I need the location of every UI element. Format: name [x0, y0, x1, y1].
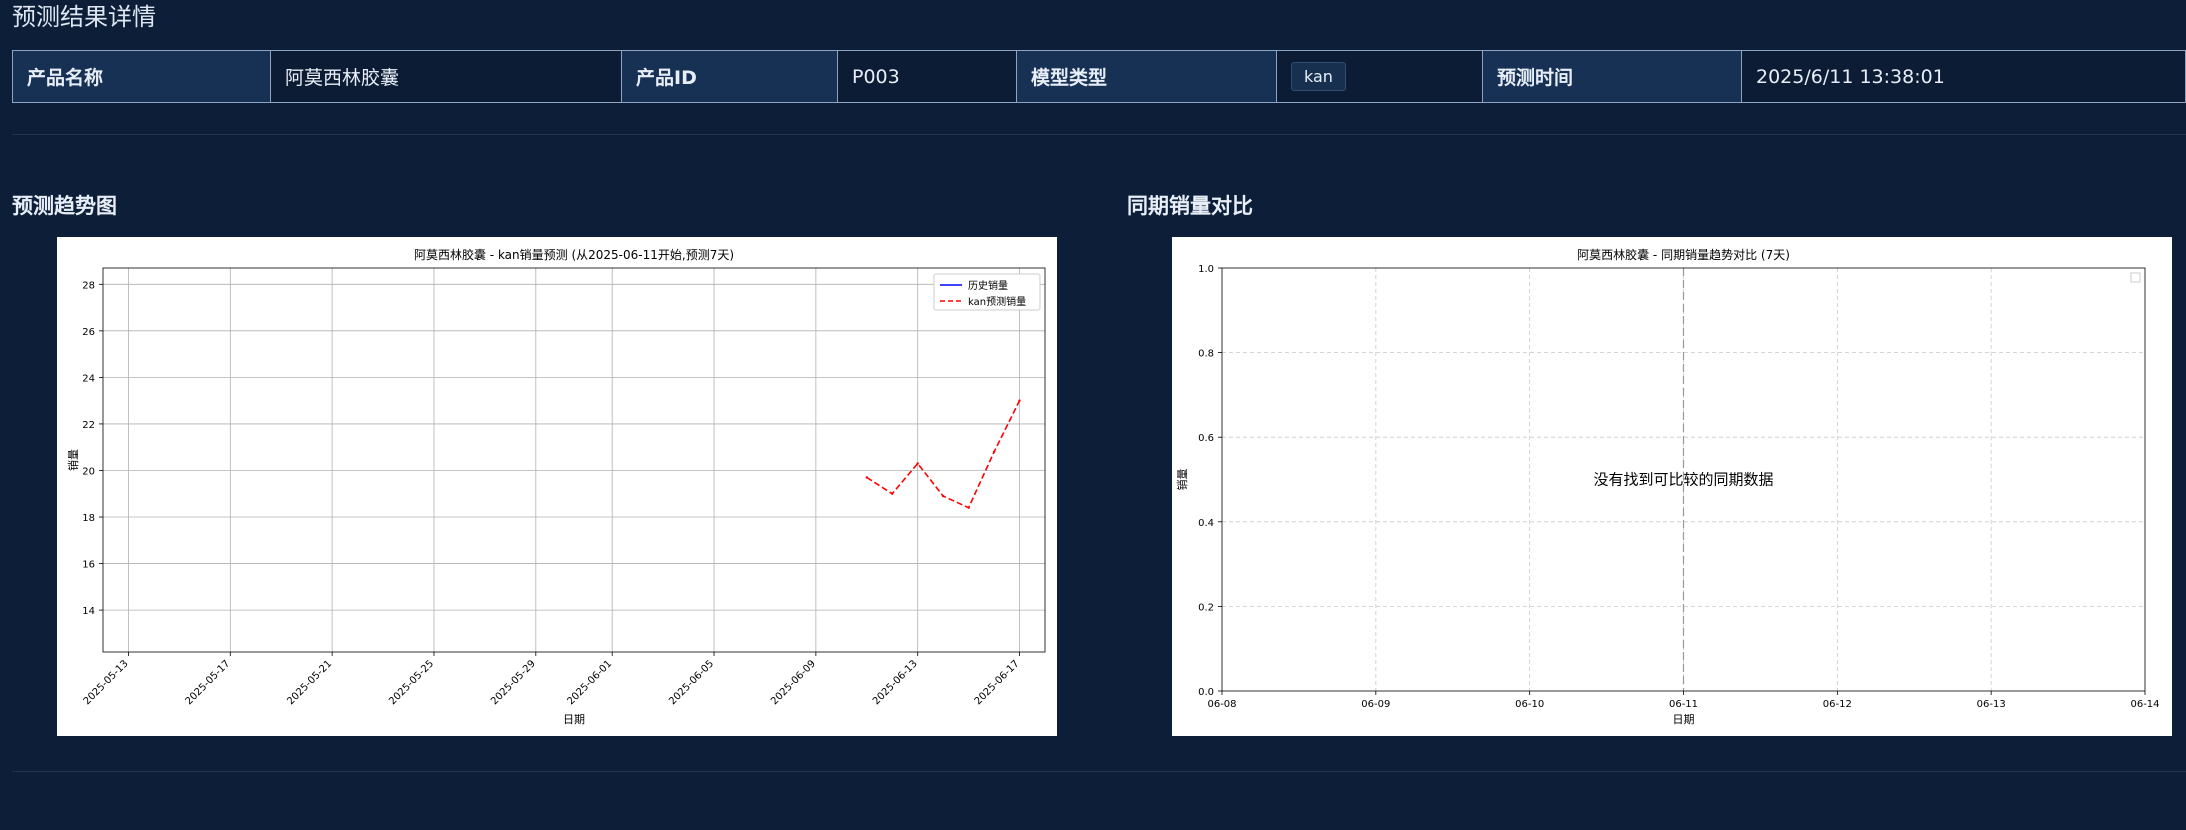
- predict-time-value: 2025/6/11 13:38:01: [1741, 50, 2186, 103]
- x-tick-label: 2025-06-13: [871, 658, 920, 707]
- product-id-value: P003: [837, 50, 1017, 103]
- plot-frame: [102, 267, 1046, 653]
- chart-title: 阿莫西林胶囊 - kan销量预测 (从2025-06-11开始,预测7天): [414, 247, 734, 262]
- x-tick-label: 2025-06-09: [769, 658, 818, 707]
- x-tick-label: 06-14: [2130, 699, 2159, 710]
- model-type-cell: kan: [1276, 50, 1483, 103]
- divider: [12, 771, 2186, 772]
- legend-label: 历史销量: [968, 279, 1008, 292]
- model-type-tag: kan: [1291, 62, 1346, 91]
- data-point: [1018, 399, 1021, 402]
- y-axis-label: 销量: [66, 449, 80, 471]
- y-tick-label: 26: [82, 327, 95, 338]
- series-line-forecast: [866, 400, 1021, 509]
- data-point: [941, 494, 945, 498]
- y-tick-label: 0.6: [1198, 433, 1214, 444]
- data-point: [992, 450, 996, 454]
- table-row: 产品名称 阿莫西林胶囊 产品ID P003 模型类型 kan 预测时间 2025…: [12, 50, 2186, 103]
- x-tick-label: 2025-05-13: [82, 658, 131, 707]
- x-tick-label: 2025-05-29: [489, 658, 538, 707]
- no-data-message: 没有找到可比较的同期数据: [1593, 471, 1773, 489]
- y-tick-label: 1.0: [1198, 264, 1214, 275]
- x-axis-label: 日期: [563, 713, 585, 726]
- data-point: [891, 492, 894, 495]
- x-tick-label: 2025-06-05: [667, 658, 716, 707]
- compare-chart-title: 同期销量对比: [1127, 194, 1253, 218]
- y-tick-label: 0.4: [1198, 518, 1214, 529]
- product-name-label: 产品名称: [12, 50, 271, 103]
- model-type-label: 模型类型: [1016, 50, 1277, 103]
- x-tick-label: 06-13: [1977, 699, 2006, 710]
- y-tick-label: 18: [82, 513, 95, 524]
- forecast-trend-chart: 阿莫西林胶囊 - kan销量预测 (从2025-06-11开始,预测7天) 202…: [57, 237, 1057, 736]
- predict-time-label: 预测时间: [1482, 50, 1742, 103]
- product-id-label: 产品ID: [621, 50, 838, 103]
- legend-label: kan预测销量: [968, 295, 1026, 308]
- prediction-info-table: 产品名称 阿莫西林胶囊 产品ID P003 模型类型 kan 预测时间 2025…: [12, 50, 2186, 103]
- product-name-value: 阿莫西林胶囊: [270, 50, 622, 103]
- x-tick-label: 2025-06-01: [565, 658, 614, 707]
- x-tick-label: 2025-06-17: [973, 658, 1022, 707]
- legend-box: [2130, 272, 2141, 283]
- same-period-compare-svg: 阿莫西林胶囊 - 同期销量趋势对比 (7天) 06-08 06-09 06-10 06-…: [1175, 247, 2160, 726]
- x-tick-label: 06-11: [1669, 699, 1698, 710]
- data-point: [916, 462, 919, 465]
- x-tick-label: 2025-05-21: [285, 658, 334, 707]
- forecast-trend-svg: 阿莫西林胶囊 - kan销量预测 (从2025-06-11开始,预测7天)202…: [66, 247, 1046, 726]
- divider: [12, 134, 2186, 135]
- y-tick-label: 0.8: [1198, 349, 1214, 360]
- chart-title: 阿莫西林胶囊 - 同期销量趋势对比 (7天): [1577, 247, 1790, 262]
- same-period-compare-chart: 阿莫西林胶囊 - 同期销量趋势对比 (7天) 06-08 06-09 06-10 06-…: [1172, 237, 2172, 736]
- data-point: [865, 476, 868, 479]
- x-tick-label: 06-12: [1823, 699, 1852, 710]
- page-title: 预测结果详情: [12, 3, 156, 31]
- x-tick-label: 06-09: [1361, 699, 1390, 710]
- y-tick-label: 0.2: [1198, 602, 1214, 613]
- y-tick-label: 24: [82, 373, 95, 384]
- x-tick-label: 06-10: [1515, 699, 1544, 710]
- x-tick-label: 06-08: [1207, 699, 1236, 710]
- x-tick-label: 2025-05-17: [184, 658, 233, 707]
- y-tick-label: 20: [82, 466, 95, 477]
- y-tick-label: 22: [82, 420, 95, 431]
- y-tick-label: 16: [82, 560, 95, 571]
- x-tick-label: 2025-05-25: [387, 658, 436, 707]
- x-axis-label: 日期: [1673, 713, 1695, 726]
- y-axis-label: 销量: [1175, 469, 1189, 491]
- data-point: [967, 506, 970, 509]
- y-tick-label: 0.0: [1198, 687, 1214, 698]
- y-tick-label: 14: [82, 606, 95, 617]
- trend-chart-title: 预测趋势图: [12, 194, 117, 218]
- y-tick-label: 28: [82, 280, 95, 291]
